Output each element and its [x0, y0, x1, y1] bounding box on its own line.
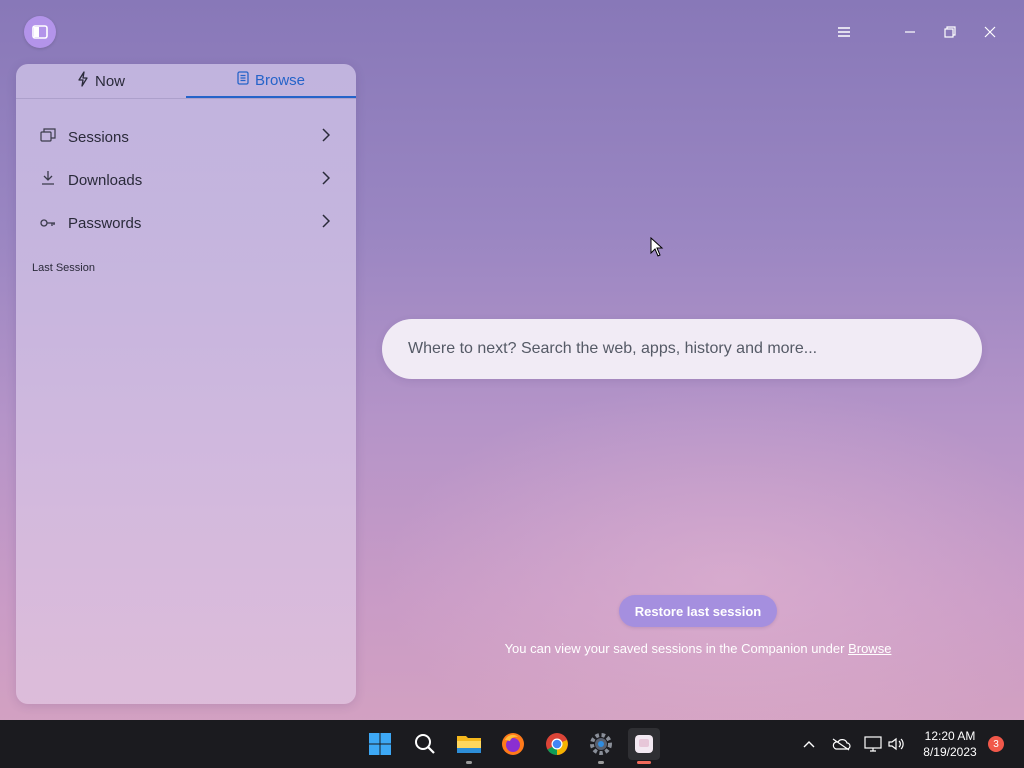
sidebar-item-downloads[interactable]: Downloads	[16, 159, 356, 202]
companion-tabs: Now Browse	[16, 64, 356, 99]
network-icon[interactable]	[862, 720, 884, 768]
firefox-icon[interactable]	[497, 728, 529, 760]
sidebar-item-sessions[interactable]: Sessions	[16, 116, 356, 159]
background-glow	[380, 380, 1024, 720]
running-indicator	[466, 761, 472, 764]
sidebar-toggle-icon[interactable]	[24, 16, 56, 48]
tab-browse-label: Browse	[254, 71, 306, 89]
taskbar: 12:20 AM 8/19/2023	[0, 720, 1024, 768]
sessions-label: Sessions	[68, 129, 129, 146]
volume-icon[interactable]	[886, 720, 908, 768]
browse-link[interactable]: Browse	[848, 641, 891, 656]
chrome-icon[interactable]	[541, 728, 573, 760]
running-indicator	[598, 761, 604, 764]
tab-browse[interactable]: Browse	[186, 64, 356, 98]
clock-time: 12:20 AM	[924, 729, 976, 743]
last-session-heading: Last Session	[32, 262, 95, 274]
clock-date: 8/19/2023	[923, 745, 977, 759]
downloads-label: Downloads	[68, 172, 143, 189]
minimize-icon[interactable]	[896, 18, 924, 46]
chevron-right-icon	[322, 171, 331, 190]
sessions-icon	[40, 128, 56, 147]
close-icon[interactable]	[976, 18, 1004, 46]
system-clock[interactable]: 12:20 AM 8/19/2023	[914, 728, 986, 760]
app-window: Now Browse Sessions Downloads Passwords …	[0, 0, 1024, 720]
active-indicator	[637, 761, 651, 764]
restore-icon[interactable]	[936, 18, 964, 46]
restore-session-button[interactable]: Restore last session	[619, 595, 777, 627]
window-controls	[830, 18, 1004, 46]
notification-badge[interactable]: 3	[988, 736, 1004, 752]
lightning-icon	[77, 71, 89, 91]
mouse-cursor-icon	[650, 236, 664, 262]
tab-now[interactable]: Now	[16, 64, 186, 98]
settings-icon[interactable]	[585, 728, 617, 764]
search-icon[interactable]	[409, 728, 441, 760]
chevron-right-icon	[322, 128, 331, 147]
onedrive-icon[interactable]	[830, 720, 852, 768]
restore-hint-text: You can view your saved sessions in the …	[504, 641, 849, 656]
browser-app-icon[interactable]	[628, 728, 660, 764]
search-bar[interactable]	[382, 319, 982, 379]
passwords-label: Passwords	[68, 215, 142, 232]
restore-hint: You can view your saved sessions in the …	[380, 641, 1016, 656]
tab-now-label: Now	[94, 72, 125, 90]
search-input[interactable]	[408, 340, 948, 358]
windows-start-icon[interactable]	[364, 728, 396, 760]
companion-panel: Now Browse Sessions Downloads Passwords …	[16, 64, 356, 704]
document-icon	[237, 71, 249, 89]
key-icon	[40, 215, 56, 233]
chevron-up-icon[interactable]	[800, 720, 818, 768]
download-icon	[40, 170, 56, 191]
companion-menu: Sessions Downloads Passwords	[16, 116, 356, 245]
file-explorer-icon[interactable]	[453, 728, 485, 764]
chevron-right-icon	[322, 214, 331, 233]
sidebar-item-passwords[interactable]: Passwords	[16, 202, 356, 245]
menu-icon[interactable]	[830, 18, 858, 46]
